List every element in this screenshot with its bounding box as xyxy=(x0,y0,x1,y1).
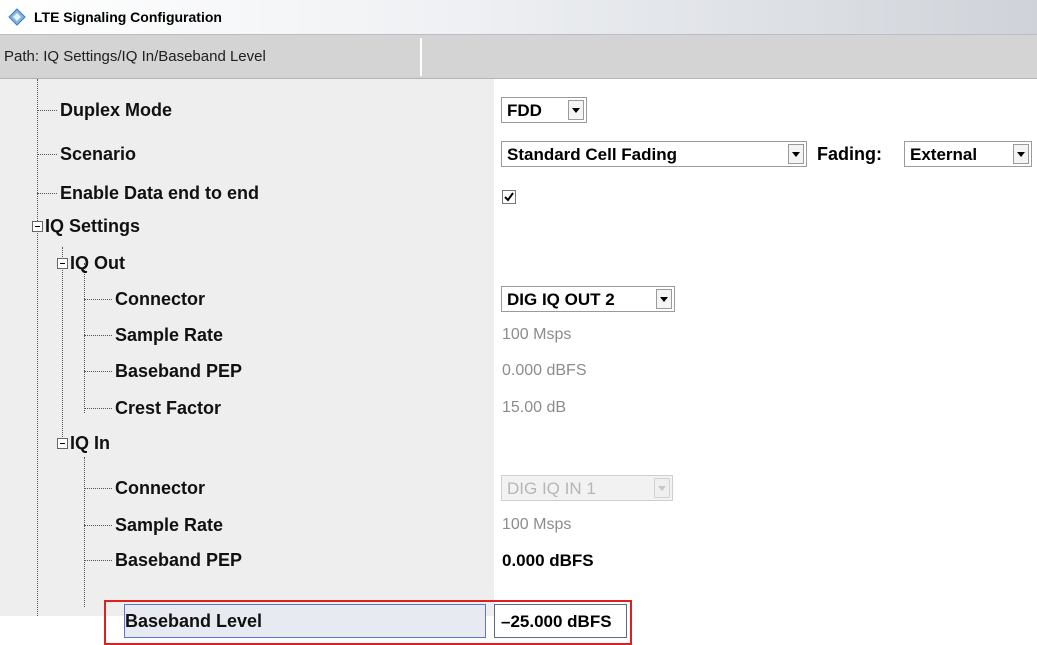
path-divider xyxy=(420,38,422,76)
iq-in-sample-rate-label: Sample Rate xyxy=(115,515,224,535)
tree-label-column: Duplex Mode Scenario Enable Data end to … xyxy=(0,79,494,616)
chevron-down-icon[interactable] xyxy=(788,144,804,164)
chevron-down-icon[interactable] xyxy=(1013,144,1029,164)
path-text: Path: IQ Settings/IQ In/Baseband Level xyxy=(4,48,266,65)
tree-branch xyxy=(84,335,112,336)
tree-branch xyxy=(84,560,112,561)
collapse-toggle-iq-settings[interactable] xyxy=(32,221,43,232)
scenario-value: Standard Cell Fading xyxy=(507,145,678,164)
tree-branch xyxy=(37,154,57,155)
fading-label: Fading: xyxy=(817,144,882,164)
chevron-down-icon[interactable] xyxy=(568,100,584,120)
tree-branch xyxy=(84,525,112,526)
iq-in-connector-dropdown: DIG IQ IN 1 xyxy=(501,475,673,501)
iq-in-baseband-pep-value: 0.000 dBFS xyxy=(502,551,594,570)
duplex-mode-value: FDD xyxy=(507,101,542,120)
tree-line xyxy=(37,79,38,231)
iq-in-connector-value: DIG IQ IN 1 xyxy=(507,479,596,498)
config-tree-panel: Duplex Mode Scenario Enable Data end to … xyxy=(0,79,1037,645)
iq-out-sample-rate-label: Sample Rate xyxy=(115,325,224,345)
fading-value: External xyxy=(910,145,978,164)
duplex-mode-dropdown[interactable]: FDD xyxy=(501,97,587,123)
collapse-toggle-iq-out[interactable] xyxy=(57,258,68,269)
iq-in-sample-rate-value: 100 Msps xyxy=(502,516,572,533)
iq-settings-node[interactable]: IQ Settings xyxy=(45,216,140,237)
tree-line xyxy=(62,247,63,447)
iq-in-baseband-pep-label: Baseband PEP xyxy=(115,550,243,570)
iq-out-crest-factor-value: 15.00 dB xyxy=(502,399,567,416)
enable-data-label: Enable Data end to end xyxy=(60,183,260,203)
tree-branch xyxy=(37,193,57,194)
tree-branch xyxy=(84,371,112,372)
highlight-box xyxy=(104,600,632,645)
duplex-mode-label: Duplex Mode xyxy=(60,100,173,120)
checkmark-icon xyxy=(504,192,514,202)
scenario-label: Scenario xyxy=(60,144,137,164)
iq-out-sample-rate-value: 100 Msps xyxy=(502,326,572,343)
chevron-down-icon xyxy=(654,478,670,498)
iq-out-connector-value: DIG IQ OUT 2 xyxy=(507,290,615,309)
fading-dropdown[interactable]: External xyxy=(904,141,1032,167)
tree-branch xyxy=(84,408,112,409)
tree-branch xyxy=(37,110,57,111)
tree-line xyxy=(84,457,85,607)
iq-in-connector-label: Connector xyxy=(115,478,205,498)
chevron-down-icon[interactable] xyxy=(656,289,672,309)
tree-branch xyxy=(84,488,112,489)
iq-in-node[interactable]: IQ In xyxy=(70,433,110,454)
rs-logo-icon xyxy=(8,8,26,26)
window-title: LTE Signaling Configuration xyxy=(34,9,222,25)
tree-line xyxy=(37,231,38,616)
iq-out-baseband-pep-value: 0.000 dBFS xyxy=(502,362,587,379)
tree-line xyxy=(84,263,85,413)
iq-out-node[interactable]: IQ Out xyxy=(70,253,125,274)
tree-branch xyxy=(84,299,112,300)
iq-out-connector-dropdown[interactable]: DIG IQ OUT 2 xyxy=(501,286,675,312)
iq-out-connector-label: Connector xyxy=(115,289,205,309)
iq-out-crest-factor-label: Crest Factor xyxy=(115,398,222,418)
path-bar: Path: IQ Settings/IQ In/Baseband Level xyxy=(0,35,1037,79)
iq-out-baseband-pep-label: Baseband PEP xyxy=(115,361,243,381)
collapse-toggle-iq-in[interactable] xyxy=(57,438,68,449)
title-bar: LTE Signaling Configuration xyxy=(0,0,1037,35)
scenario-dropdown[interactable]: Standard Cell Fading xyxy=(501,141,807,167)
enable-data-checkbox[interactable] xyxy=(502,190,516,204)
